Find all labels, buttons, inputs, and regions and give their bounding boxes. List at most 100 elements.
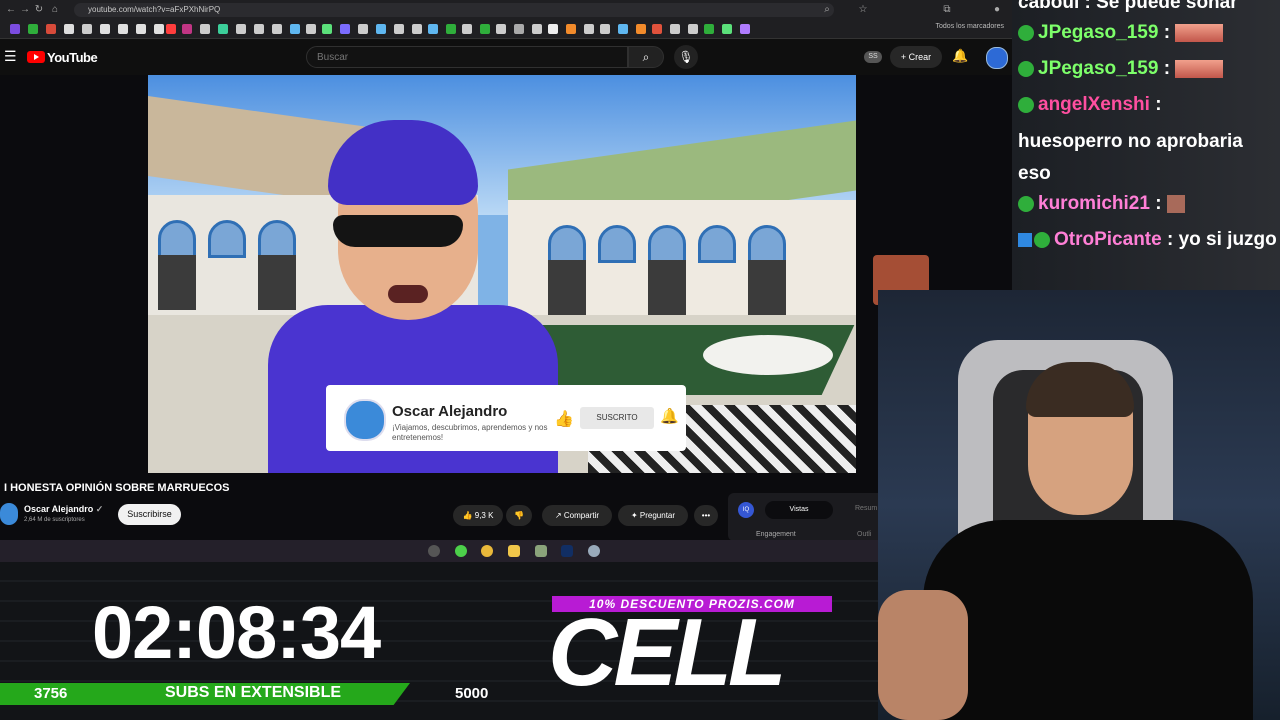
bookmark-icon[interactable] — [618, 24, 628, 34]
chat-message: angelXenshi : — [1018, 94, 1162, 116]
bookmark-icon[interactable] — [600, 24, 610, 34]
photoshop-icon[interactable] — [561, 545, 573, 557]
bookmark-star-icon[interactable]: ☆ — [856, 2, 870, 18]
bookmark-icon[interactable] — [740, 24, 750, 34]
thumbs-up-icon[interactable]: 👍 — [554, 409, 574, 429]
dislike-button[interactable]: 👎 — [506, 505, 532, 526]
like-button[interactable]: 👍 9,3 K — [453, 505, 503, 526]
bookmark-icon[interactable] — [670, 24, 680, 34]
card-subscribed-button[interactable]: SUSCRITO — [580, 407, 654, 429]
channel-avatar[interactable] — [0, 503, 18, 525]
bookmark-icon[interactable] — [480, 24, 490, 34]
bookmark-icon[interactable] — [306, 24, 316, 34]
bookmark-icon[interactable] — [46, 24, 56, 34]
bookmark-icon[interactable] — [514, 24, 524, 34]
home-icon[interactable]: ⌂ — [48, 2, 62, 18]
video-arch — [748, 225, 786, 263]
microphone-icon[interactable]: 🎙 — [674, 45, 698, 69]
bookmark-icon[interactable] — [200, 24, 210, 34]
bookmark-icon[interactable] — [722, 24, 732, 34]
bookmark-icon[interactable] — [636, 24, 646, 34]
bookmark-icon[interactable] — [82, 24, 92, 34]
bookmark-icon[interactable] — [10, 24, 20, 34]
bookmark-icon[interactable] — [704, 24, 714, 34]
address-bar[interactable]: youtube.com/watch?v=aFxPXhNirPQ — [74, 3, 834, 17]
folder-icon[interactable] — [508, 545, 520, 557]
chat-emote — [1175, 23, 1224, 42]
bookmark-icon[interactable] — [154, 24, 164, 34]
video-arch — [158, 220, 196, 258]
card-bell-icon[interactable]: 🔔 — [660, 407, 679, 425]
bookmark-icon[interactable] — [652, 24, 662, 34]
youtube-logo-icon[interactable] — [27, 51, 45, 63]
profile-icon[interactable]: ● — [990, 2, 1004, 18]
video-door — [648, 260, 686, 315]
reload-icon[interactable]: ↻ — [32, 2, 46, 18]
search-icon[interactable]: ⌕ — [628, 46, 664, 68]
bookmark-icon[interactable] — [412, 24, 422, 34]
taskbar-app-icon[interactable] — [455, 545, 467, 557]
ss-badge[interactable]: SS — [864, 51, 882, 63]
bookmark-icon[interactable] — [118, 24, 128, 34]
back-icon[interactable]: ← — [4, 2, 18, 18]
share-button[interactable]: ↗ Compartir — [542, 505, 612, 526]
bookmark-icon[interactable] — [100, 24, 110, 34]
bookmark-icon[interactable] — [290, 24, 300, 34]
youtube-logo-text[interactable]: YouTube — [47, 50, 98, 65]
channel-name[interactable]: Oscar Alejandro ✓ — [24, 504, 103, 515]
countdown-timer: 02:08:34 — [92, 591, 381, 674]
thumbs-up-icon: 👍 — [462, 511, 473, 520]
zoom-icon[interactable]: ⌕ — [820, 2, 834, 18]
extensions-icon[interactable]: ⧉ — [940, 2, 954, 18]
bookmark-icon[interactable] — [218, 24, 228, 34]
tab-vistas[interactable]: Vistas — [765, 501, 833, 519]
bookmark-icon[interactable] — [566, 24, 576, 34]
more-options-icon[interactable]: ••• — [694, 505, 718, 526]
bookmark-icon[interactable] — [584, 24, 594, 34]
bookmark-icon[interactable] — [28, 24, 38, 34]
bookmark-icon[interactable] — [136, 24, 146, 34]
bookmark-icon[interactable] — [166, 24, 176, 34]
subscribe-button[interactable]: Suscribirse — [118, 504, 181, 525]
forward-icon[interactable]: → — [18, 2, 32, 18]
search-input[interactable] — [306, 46, 628, 68]
bookmark-icon[interactable] — [462, 24, 472, 34]
bookmark-icon[interactable] — [428, 24, 438, 34]
bookmark-icon[interactable] — [182, 24, 192, 34]
create-button[interactable]: + Crear — [890, 46, 942, 68]
bookmarks-bar: Todos los marcadores — [0, 20, 1012, 39]
bookmark-icon[interactable] — [446, 24, 456, 34]
taskbar — [0, 540, 878, 562]
menu-icon[interactable]: ☰ — [4, 48, 17, 65]
bookmark-icon[interactable] — [340, 24, 350, 34]
taskbar-app-icon[interactable] — [535, 545, 547, 557]
iq-logo-icon[interactable]: IQ — [738, 502, 754, 518]
account-avatar[interactable] — [986, 47, 1008, 69]
tab-resumen[interactable]: Resum — [855, 505, 877, 512]
video-title: I HONESTA OPINIÓN SOBRE MARRUECOS — [4, 482, 230, 494]
ask-button[interactable]: ✦ Preguntar — [618, 505, 688, 526]
bookmark-icon[interactable] — [496, 24, 506, 34]
bookmark-icon[interactable] — [394, 24, 404, 34]
bookmark-icon[interactable] — [254, 24, 264, 34]
all-bookmarks-folder[interactable]: Todos los marcadores — [936, 23, 1004, 30]
taskbar-app-icon[interactable] — [588, 545, 600, 557]
bookmark-icon[interactable] — [532, 24, 542, 34]
bookmark-icon[interactable] — [322, 24, 332, 34]
taskbar-app-icon[interactable] — [428, 545, 440, 557]
bookmark-icon[interactable] — [376, 24, 386, 34]
video-door — [258, 255, 296, 310]
bookmark-icon[interactable] — [548, 24, 558, 34]
video-wall-right — [508, 200, 856, 320]
chrome-icon[interactable] — [481, 545, 493, 557]
bookmark-icon[interactable] — [688, 24, 698, 34]
create-label: Crear — [908, 52, 932, 62]
bookmark-icon[interactable] — [358, 24, 368, 34]
card-channel-name: Oscar Alejandro — [392, 403, 508, 420]
notifications-bell-icon[interactable]: 🔔 — [952, 48, 968, 64]
bookmark-icon[interactable] — [272, 24, 282, 34]
bookmark-icon[interactable] — [236, 24, 246, 34]
share-label: Compartir — [563, 511, 600, 520]
channel-name-text: Oscar Alejandro — [24, 504, 94, 514]
bookmark-icon[interactable] — [64, 24, 74, 34]
